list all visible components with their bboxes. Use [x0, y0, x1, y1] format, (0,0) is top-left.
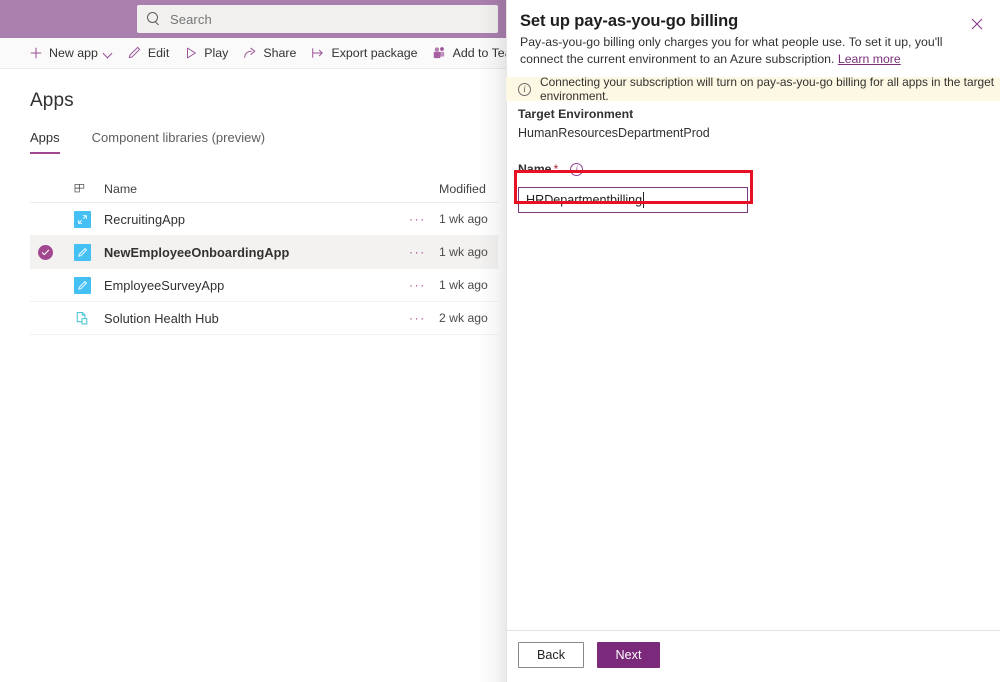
panel-description: Pay-as-you-go billing only charges you f… — [520, 34, 982, 68]
row-overflow-button[interactable]: ··· — [409, 278, 426, 292]
edit-button[interactable]: Edit — [127, 38, 169, 68]
plus-icon — [28, 46, 43, 61]
row-name: RecruitingApp — [104, 212, 185, 227]
export-package-label: Export package — [331, 46, 417, 60]
row-name: Solution Health Hub — [104, 311, 219, 326]
list-column-header: Name Modified — [30, 175, 498, 203]
pencil-icon — [127, 46, 142, 61]
billing-form: Target Environment HumanResourcesDepartm… — [518, 107, 988, 213]
info-icon[interactable]: i — [570, 163, 583, 176]
target-environment-value: HumanResourcesDepartmentProd — [518, 126, 988, 140]
play-button[interactable]: Play — [183, 38, 228, 68]
command-bar: New app Edit Play Share — [0, 38, 506, 69]
apps-list: RecruitingApp ··· 1 wk ago NewEmployeeOn… — [30, 203, 498, 335]
table-row[interactable]: NewEmployeeOnboardingApp ··· 1 wk ago — [30, 236, 498, 269]
new-app-button[interactable]: New app — [28, 38, 113, 68]
share-label: Share — [263, 46, 296, 60]
tablet-app-icon — [74, 211, 91, 228]
column-header-modified[interactable]: Modified — [439, 182, 486, 196]
panel-overlay-shadow — [478, 0, 506, 682]
info-banner: i Connecting your subscription will turn… — [506, 77, 1000, 101]
edit-label: Edit — [148, 46, 169, 60]
target-environment-label: Target Environment — [518, 107, 988, 121]
tab-component-libraries[interactable]: Component libraries (preview) — [92, 130, 265, 154]
export-icon — [310, 46, 325, 61]
teams-icon — [432, 46, 447, 61]
share-icon — [242, 46, 257, 61]
table-row[interactable]: EmployeeSurveyApp ··· 1 wk ago — [30, 269, 498, 302]
row-overflow-button[interactable]: ··· — [409, 311, 426, 325]
name-input[interactable] — [518, 187, 748, 213]
search-icon — [147, 12, 161, 26]
tab-apps[interactable]: Apps — [30, 130, 60, 154]
row-overflow-button[interactable]: ··· — [409, 245, 426, 259]
row-name: NewEmployeeOnboardingApp — [104, 245, 289, 260]
table-row[interactable]: Solution Health Hub ··· 2 wk ago — [30, 302, 498, 335]
info-banner-text: Connecting your subscription will turn o… — [540, 75, 1000, 103]
row-name: EmployeeSurveyApp — [104, 278, 224, 293]
name-field-label-row: Name * i — [518, 161, 988, 177]
required-marker: * — [554, 162, 559, 176]
row-modified: 2 wk ago — [439, 311, 488, 325]
footer-separator — [506, 630, 1000, 631]
learn-more-link[interactable]: Learn more — [838, 52, 901, 66]
new-app-label: New app — [49, 46, 98, 60]
page-copy-icon — [74, 310, 91, 327]
name-input-wrapper — [518, 187, 748, 213]
search-placeholder: Search — [170, 12, 212, 27]
export-package-button[interactable]: Export package — [310, 38, 417, 68]
page-title: Apps — [30, 90, 74, 112]
canvas-app-icon — [74, 277, 91, 294]
next-button[interactable]: Next — [597, 642, 660, 668]
play-label: Play — [204, 46, 228, 60]
add-to-teams-button[interactable]: Add to Teams — [432, 38, 506, 68]
screen-root: Search New app Edit Play — [0, 0, 1000, 682]
play-icon — [183, 46, 198, 61]
back-button[interactable]: Back — [518, 642, 584, 668]
share-button[interactable]: Share — [242, 38, 296, 68]
row-modified: 1 wk ago — [439, 278, 488, 292]
search-input[interactable]: Search — [137, 5, 498, 33]
chevron-down-icon — [104, 49, 113, 58]
close-icon[interactable] — [965, 12, 989, 36]
panel-footer: Back Next — [518, 642, 660, 668]
maker-portal-region: Search New app Edit Play — [0, 0, 506, 682]
row-modified: 1 wk ago — [439, 212, 488, 226]
row-selected-check-icon — [38, 245, 53, 260]
table-row[interactable]: RecruitingApp ··· 1 wk ago — [30, 203, 498, 236]
add-to-teams-label: Add to Teams — [453, 46, 506, 60]
canvas-app-icon — [74, 244, 91, 261]
row-modified: 1 wk ago — [439, 245, 488, 259]
tab-list: Apps Component libraries (preview) — [30, 130, 297, 154]
name-label: Name — [518, 162, 552, 176]
row-overflow-button[interactable]: ··· — [409, 212, 426, 226]
grid-icon[interactable] — [74, 175, 88, 203]
panel-title: Set up pay-as-you-go billing — [520, 12, 738, 31]
text-caret — [643, 192, 644, 208]
column-header-name[interactable]: Name — [104, 182, 137, 196]
info-icon: i — [518, 83, 531, 96]
top-navigation-bar: Search — [0, 0, 506, 38]
